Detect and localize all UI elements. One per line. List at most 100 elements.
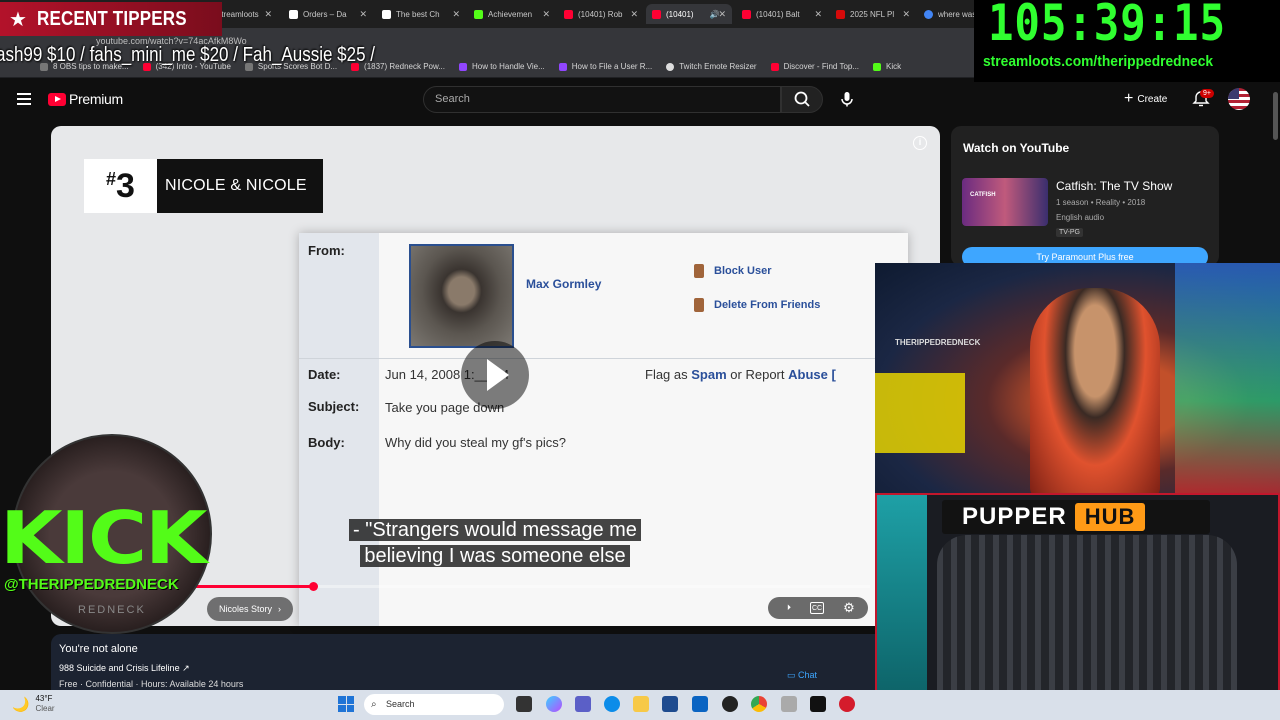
show-thumbnail[interactable]: CATFISH (962, 178, 1048, 226)
bookmark[interactable]: Discover - Find Top... (770, 62, 859, 71)
file-explorer-icon[interactable] (633, 696, 649, 712)
info-icon[interactable]: i (913, 136, 927, 150)
close-tab-icon[interactable]: ✕ (264, 9, 272, 20)
outlook-icon[interactable] (692, 696, 708, 712)
delete-label: Delete From Friends (714, 299, 821, 311)
block-user-link: Block User (694, 264, 772, 278)
search-button[interactable] (781, 86, 823, 113)
bookmark[interactable]: Kick (873, 62, 901, 71)
tab-nfl[interactable]: 2025 NFL Pl ✕ (830, 4, 916, 24)
cam-sign-text: THERIPPEDREDNECK (895, 338, 981, 347)
crisis-panel: You're not alone 988 Suicide and Crisis … (51, 634, 940, 690)
rank-symbol: # (106, 168, 117, 189)
flag-prefix: Flag as (645, 367, 688, 382)
menu-icon[interactable] (17, 93, 31, 105)
store-icon[interactable] (662, 696, 678, 712)
taskbar-search[interactable]: ⌕ Search (364, 694, 504, 715)
edge-icon[interactable] (604, 696, 620, 712)
terminal-icon[interactable] (810, 696, 826, 712)
windows-start-icon[interactable] (338, 696, 354, 712)
microphone-icon[interactable] (838, 90, 856, 108)
chrome-icon[interactable] (751, 696, 767, 712)
obs-icon[interactable] (722, 696, 738, 712)
chat-button[interactable]: ▭ Chat (787, 670, 817, 681)
tab-label: Achievemen (488, 9, 533, 19)
scrollbar-thumb[interactable] (1273, 92, 1278, 140)
subathon-timer: 105:39:15 streamloots.com/therippedredne… (974, 0, 1280, 82)
weather-widget[interactable]: 🌙 43°F Clear (12, 694, 55, 714)
recent-tippers-banner: ★ RECENT TIPPERS (0, 2, 222, 36)
tab-achievements[interactable]: Achievemen ✕ (468, 4, 556, 24)
play-button[interactable] (461, 341, 529, 409)
task-view-icon[interactable] (516, 696, 532, 712)
tab-label: 2025 NFL Pl (850, 9, 895, 19)
chapter-label: Nicoles Story (219, 604, 273, 614)
screen: Streamloots ✕ Orders – Da ✕ The best Ch ✕ A… (0, 0, 1280, 720)
bookmark[interactable]: How to File a User R... (558, 62, 652, 71)
progress-bar[interactable] (170, 585, 870, 588)
teams-icon[interactable] (575, 696, 591, 712)
tab-favicon (289, 9, 298, 19)
show-audio: English audio (1056, 213, 1105, 222)
bookmark[interactable]: How to Handle Vie... (458, 62, 545, 71)
tab-youtube-balt[interactable]: (10401) Balt ✕ (736, 4, 828, 24)
search-input[interactable]: Search (423, 86, 781, 113)
chapter-button[interactable]: Nicoles Story › (207, 597, 294, 621)
close-tab-icon[interactable]: ✕ (718, 9, 726, 20)
autoplay-toggle-icon[interactable]: ⏵ (782, 601, 796, 615)
flag-line: Flag as Spam or Report Abuse [ (645, 367, 836, 382)
tab-favicon (564, 9, 573, 19)
close-tab-icon[interactable]: ✕ (359, 9, 367, 20)
create-label: Create (1137, 93, 1168, 105)
close-tab-icon[interactable]: ✕ (630, 9, 638, 20)
block-label: Block User (714, 265, 772, 277)
tab-best-ch[interactable]: The best Ch ✕ (376, 4, 466, 24)
bookmark[interactable]: Twitch Emote Resizer (666, 62, 757, 71)
show-meta: 1 season • Reality • 2018 (1056, 198, 1146, 207)
avatar[interactable] (1228, 88, 1250, 110)
bookmark-favicon (666, 62, 675, 71)
moon-icon: 🌙 (12, 695, 30, 712)
show-title[interactable]: Catfish: The TV Show (1056, 179, 1172, 193)
copilot-icon[interactable] (546, 696, 562, 712)
from-label: From: (308, 243, 345, 258)
rank-value: 3 (116, 166, 135, 205)
weather-condition: Clear (35, 704, 55, 713)
kick-handle: @THERIPPEDREDNECK (4, 576, 179, 593)
tab-label: Streamloots (216, 9, 259, 19)
flag-abuse: Abuse [ (788, 367, 836, 382)
caption-line: - "Strangers would message me (349, 519, 641, 541)
tab-youtube-rob[interactable]: (10401) Rob ✕ (558, 4, 644, 24)
plus-icon: + (1124, 90, 1134, 107)
chevron-right-icon: › (278, 604, 282, 614)
notification-badge: 9+ (1200, 89, 1214, 98)
tippers-title: RECENT TIPPERS (36, 7, 187, 30)
lifeline-link[interactable]: 988 Suicide and Crisis Lifeline ↗ (59, 663, 190, 674)
tab-youtube-active[interactable]: (10401) 🔊 ✕ (646, 4, 732, 24)
tab-favicon (836, 9, 845, 19)
close-tab-icon[interactable]: ✕ (814, 9, 822, 20)
tab-google-search[interactable]: where was (918, 4, 978, 24)
search-icon: ⌕ (371, 699, 377, 710)
scrubber-handle[interactable] (309, 582, 318, 591)
create-button[interactable]: + Create (1124, 90, 1168, 107)
rank-number: #3 (84, 159, 157, 213)
body-label: Body: (308, 435, 345, 450)
close-tab-icon[interactable]: ✕ (452, 9, 460, 20)
tab-orders[interactable]: Orders – Da ✕ (283, 4, 373, 24)
app-icon-red[interactable] (839, 696, 855, 712)
captions-icon[interactable]: CC (810, 602, 824, 614)
close-tab-icon[interactable]: ✕ (902, 9, 910, 20)
subject-label: Subject: (308, 399, 360, 414)
panel-heading: You're not alone (59, 643, 138, 655)
chat-icon: ▭ (787, 670, 799, 680)
flag-mid: or Report (730, 367, 785, 382)
settings-gear-icon[interactable]: ⚙ (842, 601, 856, 615)
timer-url: streamloots.com/therippedredneck (983, 53, 1214, 70)
date-label: Date: (308, 367, 341, 382)
card-heading: Watch on YouTube (963, 141, 1070, 155)
flag-spam: Spam (691, 367, 727, 382)
close-tab-icon[interactable]: ✕ (542, 9, 550, 20)
app-icon[interactable] (781, 696, 797, 712)
youtube-logo[interactable]: Premium (48, 91, 123, 107)
